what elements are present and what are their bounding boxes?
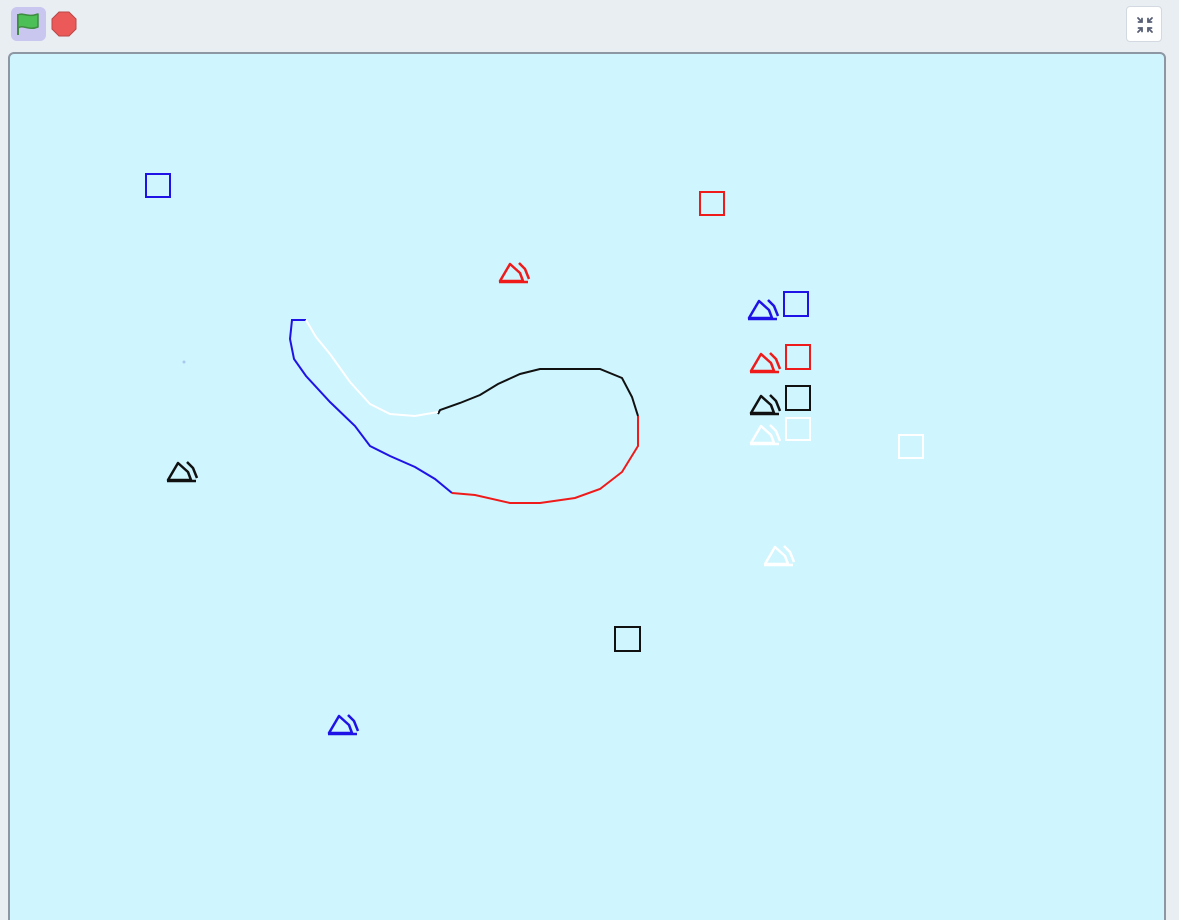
stage-canvas[interactable]	[8, 52, 1166, 920]
stop-button[interactable]	[51, 11, 77, 37]
green-flag-button[interactable]	[11, 7, 46, 41]
blue-square[interactable]	[145, 173, 171, 198]
red-square-2[interactable]	[785, 344, 811, 370]
black-boat[interactable]	[749, 394, 782, 416]
pen-trail-red	[451, 416, 639, 504]
blue-square-2[interactable]	[783, 291, 809, 317]
white-boat[interactable]	[749, 424, 782, 446]
black-square-2[interactable]	[614, 626, 641, 652]
red-boat-2[interactable]	[749, 352, 782, 374]
blue-boat-2[interactable]	[327, 714, 360, 736]
black-square[interactable]	[785, 385, 811, 411]
white-boat-2[interactable]	[763, 545, 796, 567]
blue-boat[interactable]	[747, 299, 780, 321]
collapse-arrows-icon	[1137, 17, 1153, 33]
scratch-player	[0, 0, 1179, 920]
player-toolbar	[0, 0, 1179, 48]
red-boat[interactable]	[498, 262, 531, 284]
pen-trail-white	[305, 319, 439, 418]
white-square-2[interactable]	[898, 434, 924, 459]
stop-sign-icon	[51, 11, 77, 37]
white-square[interactable]	[785, 417, 811, 441]
pen-trail-blue	[288, 319, 453, 494]
red-square[interactable]	[699, 191, 725, 216]
black-boat-2[interactable]	[166, 461, 199, 483]
unfullscreen-button[interactable]	[1126, 6, 1162, 42]
pen-trail-black	[437, 368, 639, 417]
stage-dot	[182, 360, 186, 364]
green-flag-icon	[17, 13, 39, 35]
